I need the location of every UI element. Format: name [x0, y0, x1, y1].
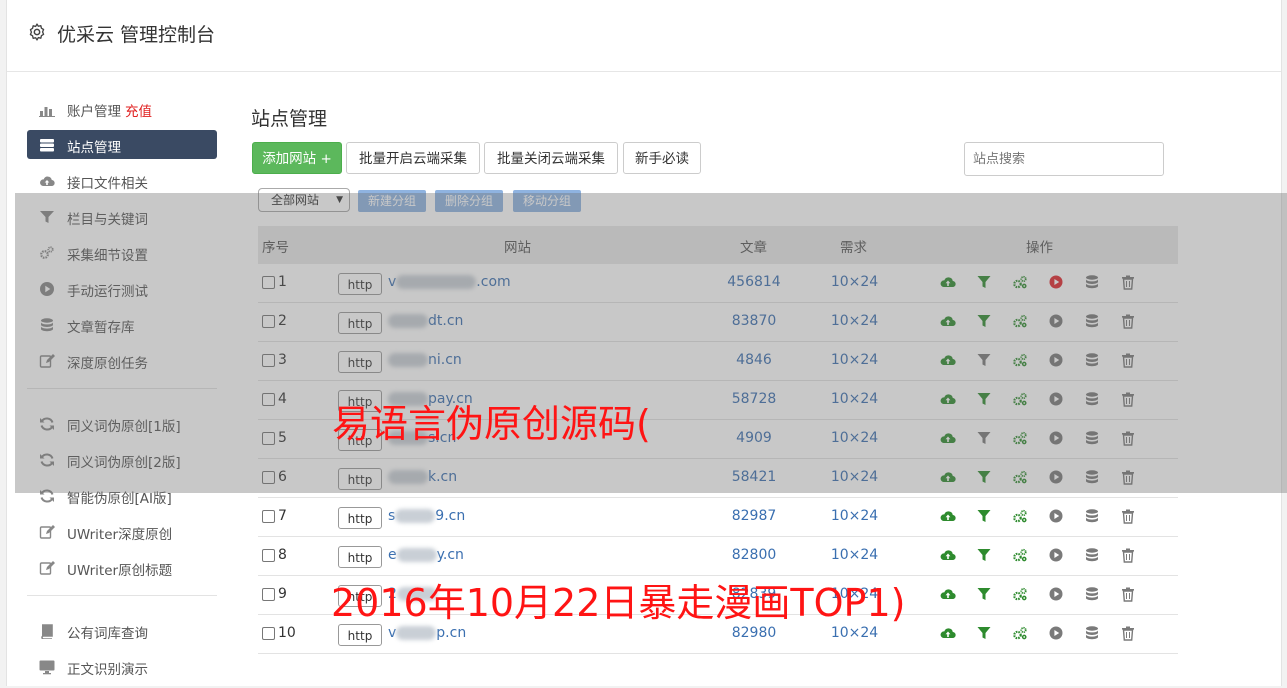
- cloud-upload-icon[interactable]: [940, 625, 956, 641]
- cloud-upload-icon[interactable]: [940, 547, 956, 563]
- database-icon[interactable]: [1084, 547, 1100, 563]
- table-row: 8 http e y.cn 82800 10×24: [258, 537, 1178, 576]
- sidebar-divider: [27, 595, 217, 596]
- server-icon: [40, 139, 54, 152]
- batch-close-cloud-button[interactable]: 批量关闭云端采集: [484, 142, 618, 174]
- monitor-icon: [39, 660, 55, 675]
- sidebar-item-group3-0[interactable]: 公有词库查询: [27, 616, 217, 645]
- row-checkbox[interactable]: [262, 549, 275, 562]
- recharge-link[interactable]: 充值: [125, 104, 152, 120]
- app-title: 优采云 管理控制台: [57, 24, 216, 46]
- sidebar-item-group1-1[interactable]: 站点管理: [27, 130, 217, 159]
- sidebar-item-group1-0[interactable]: 账户管理 充值: [27, 94, 217, 123]
- filter-icon[interactable]: [976, 508, 992, 524]
- row-number: 10: [278, 625, 296, 641]
- edit-icon: [39, 525, 55, 539]
- database-icon[interactable]: [1084, 508, 1100, 524]
- protocol-select[interactable]: http: [338, 507, 382, 529]
- watermark-text-2: 2016年10月22日暴走漫画TOP1): [331, 581, 906, 625]
- cogs-icon[interactable]: [1012, 547, 1028, 563]
- trash-icon[interactable]: [1120, 508, 1136, 524]
- redacted-text: [396, 548, 437, 562]
- sidebar-item-label: 正文识别演示: [67, 662, 148, 678]
- filter-icon[interactable]: [976, 586, 992, 602]
- trash-icon[interactable]: [1120, 625, 1136, 641]
- row-checkbox[interactable]: [262, 588, 275, 601]
- article-count-link[interactable]: 82800: [698, 547, 810, 563]
- sidebar-item-group3-1[interactable]: 正文识别演示: [27, 652, 217, 681]
- sidebar-item-group2-4[interactable]: UWriter原创标题: [27, 553, 217, 582]
- article-count-link[interactable]: 82980: [698, 625, 810, 641]
- sidebar-item-group1-2[interactable]: 接口文件相关: [27, 166, 217, 195]
- site-search-input[interactable]: [964, 142, 1164, 176]
- gray-overlay: [15, 193, 1287, 493]
- top-bar: 优采云 管理控制台: [7, 0, 1281, 72]
- row-checkbox[interactable]: [262, 627, 275, 640]
- trash-icon[interactable]: [1120, 547, 1136, 563]
- protocol-select[interactable]: http: [338, 546, 382, 568]
- filter-icon[interactable]: [976, 625, 992, 641]
- database-icon[interactable]: [1084, 625, 1100, 641]
- row-number: 9: [278, 586, 287, 602]
- site-link[interactable]: v p.cn: [388, 625, 466, 641]
- cogs-icon[interactable]: [1012, 508, 1028, 524]
- trash-icon[interactable]: [1120, 586, 1136, 602]
- row-checkbox[interactable]: [262, 510, 275, 523]
- redacted-text: [395, 509, 436, 523]
- site-link[interactable]: s 9.cn: [388, 508, 465, 524]
- database-icon[interactable]: [1084, 586, 1100, 602]
- filter-icon[interactable]: [976, 547, 992, 563]
- play-icon[interactable]: [1048, 508, 1064, 524]
- requirement-link[interactable]: 10×24: [823, 547, 886, 563]
- batch-open-cloud-button[interactable]: 批量开启云端采集: [346, 142, 480, 174]
- row-number: 7: [278, 508, 287, 524]
- table-row: 7 http s 9.cn 82987 10×24: [258, 498, 1178, 537]
- newbie-guide-button[interactable]: 新手必读: [623, 142, 701, 174]
- sidebar-item-label: UWriter原创标题: [67, 563, 173, 579]
- watermark-text-1: 易语言伪原创源码(: [332, 402, 651, 446]
- play-icon[interactable]: [1048, 586, 1064, 602]
- bar-chart-icon: [39, 107, 55, 117]
- cloud-upload-icon: [40, 176, 55, 187]
- page-title: 站点管理: [251, 108, 328, 130]
- sidebar-item-label: UWriter深度原创: [67, 527, 173, 543]
- add-site-button[interactable]: 添加网站 +: [252, 142, 342, 174]
- redacted-text: [396, 626, 437, 640]
- sidebar-item-label: 接口文件相关: [67, 176, 148, 192]
- book-icon: [41, 624, 53, 639]
- sidebar-item-group2-3[interactable]: UWriter深度原创: [27, 517, 217, 546]
- sidebar-item-label: 账户管理 充值: [67, 104, 152, 120]
- requirement-link[interactable]: 10×24: [823, 508, 886, 524]
- cogs-icon[interactable]: [1012, 625, 1028, 641]
- sidebar-item-label: 站点管理: [67, 140, 121, 156]
- cogs-icon[interactable]: [1012, 586, 1028, 602]
- gear-icon[interactable]: [27, 22, 47, 42]
- protocol-select[interactable]: http: [338, 624, 382, 646]
- article-count-link[interactable]: 82987: [698, 508, 810, 524]
- cloud-upload-icon[interactable]: [940, 508, 956, 524]
- row-number: 8: [278, 547, 287, 563]
- edit-icon: [39, 561, 55, 575]
- play-icon[interactable]: [1048, 625, 1064, 641]
- site-link[interactable]: e y.cn: [388, 547, 464, 563]
- requirement-link[interactable]: 10×24: [823, 625, 886, 641]
- sidebar-item-label: 公有词库查询: [67, 626, 148, 642]
- cloud-upload-icon[interactable]: [940, 586, 956, 602]
- play-icon[interactable]: [1048, 547, 1064, 563]
